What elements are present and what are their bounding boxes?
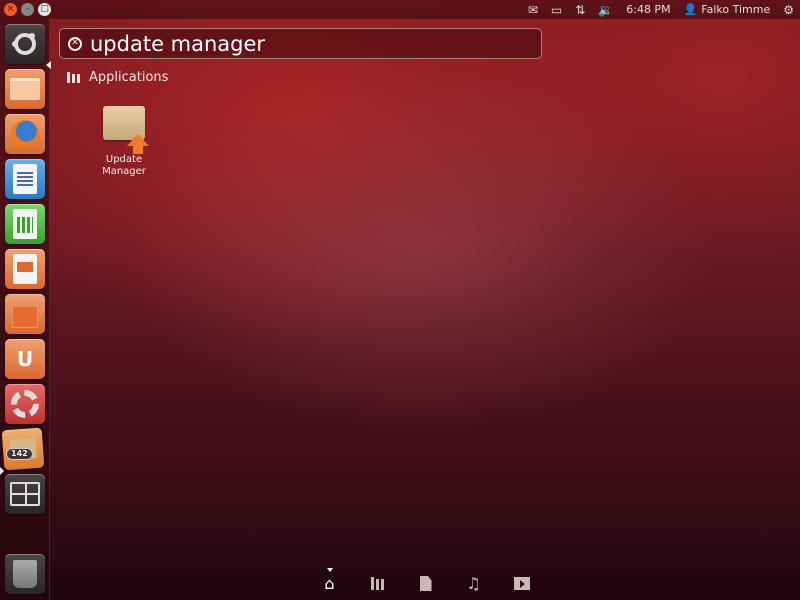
workspace-icon [10,482,40,506]
clear-search-icon[interactable]: ✕ [68,36,82,51]
lens-music[interactable]: ♫ [464,574,484,594]
minimize-icon: – [25,4,30,14]
video-icon [513,577,530,590]
user-name: Falko Timme [701,3,771,16]
launcher-item-firefox[interactable] [5,114,45,154]
applications-icon [67,72,80,83]
category-label: Applications [89,70,169,85]
result-label: Update Manager [102,154,146,177]
lens-files[interactable] [416,574,436,594]
launcher-item-ubuntu-one[interactable]: U [5,339,45,379]
impress-icon [13,254,37,284]
clock[interactable]: 6:48 PM [626,3,670,16]
ubuntu-one-icon: U [16,347,34,371]
user-icon: 👤 [683,3,698,16]
launcher: U 142 [0,19,51,600]
launcher-item-system-settings[interactable] [5,384,45,424]
search-input[interactable] [90,31,530,56]
update-count-badge: 142 [6,448,33,460]
home-icon: ⌂ [324,574,335,593]
writer-icon [13,164,37,194]
category-header-applications[interactable]: Applications [67,70,168,85]
launcher-item-impress[interactable] [5,249,45,289]
session-gear-icon[interactable]: ⚙ [783,3,794,17]
lens-video[interactable] [512,574,532,594]
file-icon [419,576,432,591]
applications-lens-icon [371,577,384,590]
settings-gear-icon [11,390,39,418]
launcher-item-trash[interactable] [5,554,45,594]
shopping-bag-icon [12,306,38,328]
close-icon: × [6,4,15,14]
dash-search-box: ✕ [59,28,542,59]
messaging-icon[interactable]: ✉ [528,3,538,17]
lens-home[interactable]: ⌂ [320,567,340,594]
maximize-icon: □ [40,4,49,14]
launcher-item-home-folder[interactable] [5,69,45,109]
battery-icon[interactable]: ▭ [551,3,562,17]
music-note-icon: ♫ [466,574,481,593]
volume-icon[interactable]: 🔉 [598,3,613,17]
minimize-button[interactable]: – [21,3,34,16]
active-lens-indicator-icon [326,567,333,572]
trash-icon [13,560,37,588]
close-button[interactable]: × [4,3,17,16]
calc-icon [13,209,37,239]
indicator-area: ✉ ▭ ⇅ 🔉 6:48 PM 👤 Falko Timme ⚙ [528,0,794,19]
update-manager-icon [99,100,149,154]
folder-icon [10,78,40,100]
ubuntu-logo-icon [12,33,36,55]
network-icon[interactable]: ⇅ [575,3,585,17]
launcher-item-dash-home[interactable] [5,24,45,64]
lens-bar: ⌂ ♫ [51,567,800,600]
launcher-item-writer[interactable] [5,159,45,199]
result-update-manager[interactable]: Update Manager [94,100,154,178]
maximize-button[interactable]: □ [38,3,51,16]
top-panel: × – □ ✉ ▭ ⇅ 🔉 6:48 PM 👤 Falko Timme ⚙ [0,0,800,19]
firefox-icon [11,120,39,148]
lens-applications[interactable] [368,574,388,594]
launcher-item-calc[interactable] [5,204,45,244]
window-controls: × – □ [4,3,51,16]
active-indicator-icon [46,61,51,69]
running-indicator-icon [0,467,4,475]
launcher-item-workspace-switcher[interactable] [5,474,45,514]
launcher-item-software-center[interactable] [5,294,45,334]
user-menu[interactable]: 👤 Falko Timme [684,3,771,16]
